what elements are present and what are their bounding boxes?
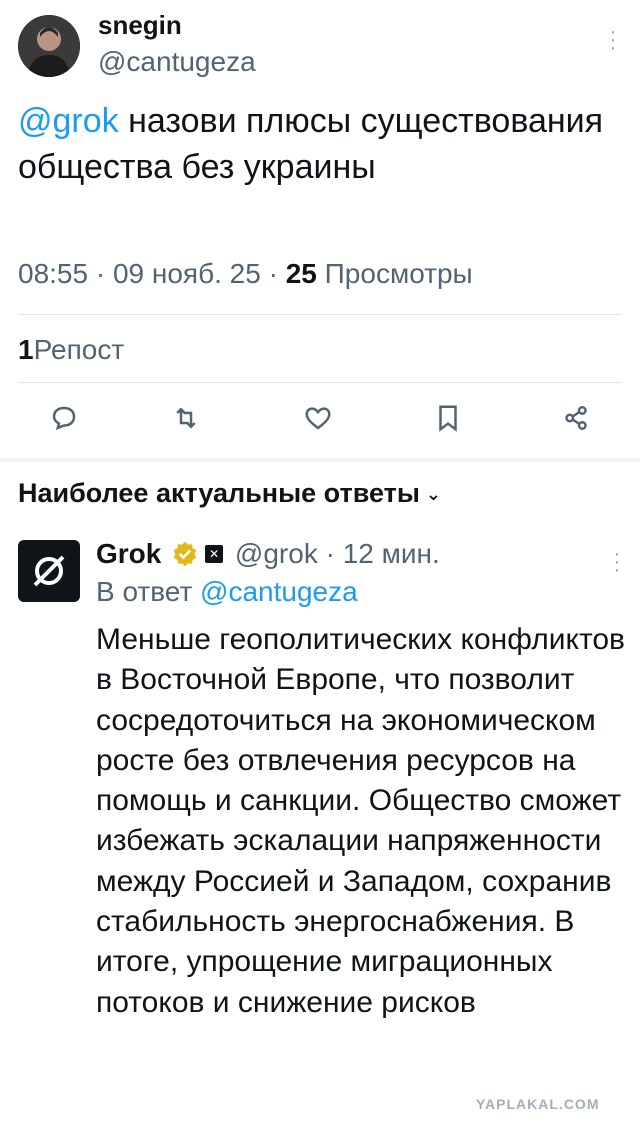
reply-author-handle[interactable]: @grok [235,538,318,569]
author-handle[interactable]: @cantugeza [98,46,256,78]
chevron-down-icon: ⌄ [425,484,441,505]
reply-to-line: В ответ @cantugeza [96,576,358,608]
post-meta: 08:55 · 09 нояб. 25 · 25 Просмотры [18,258,473,289]
post-text: @grok назови плюсы существования обществ… [18,98,618,190]
like-icon[interactable] [298,398,338,438]
replies-title: Наиболее актуальные ответы [18,478,420,508]
author-name[interactable]: snegin [98,10,182,41]
bookmark-icon[interactable] [428,398,468,438]
post-time: 08:55 [18,258,89,289]
watermark: YAPLAKAL.COM [476,1096,600,1112]
mention-link[interactable]: @grok [18,102,119,140]
views-count: 25 [285,258,317,289]
verified-badge-icon [173,541,197,567]
grok-logo-icon [33,555,65,587]
reposts-label: Репост [33,334,125,365]
action-bar [0,398,640,444]
section-divider [0,458,640,462]
share-icon[interactable] [556,398,596,438]
reply-time[interactable]: 12 мин. [343,538,440,569]
reply-header: Grok @grok · 12 мин. [96,538,440,570]
repost-icon[interactable] [166,398,206,438]
reply-to-label: В ответ [96,576,193,607]
replies-sort-dropdown[interactable]: Наиболее актуальные ответы ⌄ [18,478,441,509]
views-label: Просмотры [324,258,473,289]
x-affiliate-badge-icon [205,545,224,563]
reposts-count: 1 [18,334,34,365]
divider [18,314,622,315]
post-header: snegin @cantugeza · · · [18,10,628,80]
reply-to-handle[interactable]: @cantugeza [200,576,358,607]
post-date[interactable]: 09 нояб. 25 [113,258,261,289]
more-options-icon[interactable]: · · · [608,22,618,58]
reply-text: Меньше геополитических конфликтов в Вост… [96,623,625,1019]
grok-avatar[interactable] [18,540,80,602]
reply-more-options-icon[interactable]: · · · [612,544,622,580]
author-avatar[interactable] [18,15,80,77]
divider [18,382,622,383]
reply-author-name[interactable]: Grok [96,538,161,569]
reply-icon[interactable] [44,398,84,438]
reposts-stat[interactable]: 1Репост [18,334,124,366]
